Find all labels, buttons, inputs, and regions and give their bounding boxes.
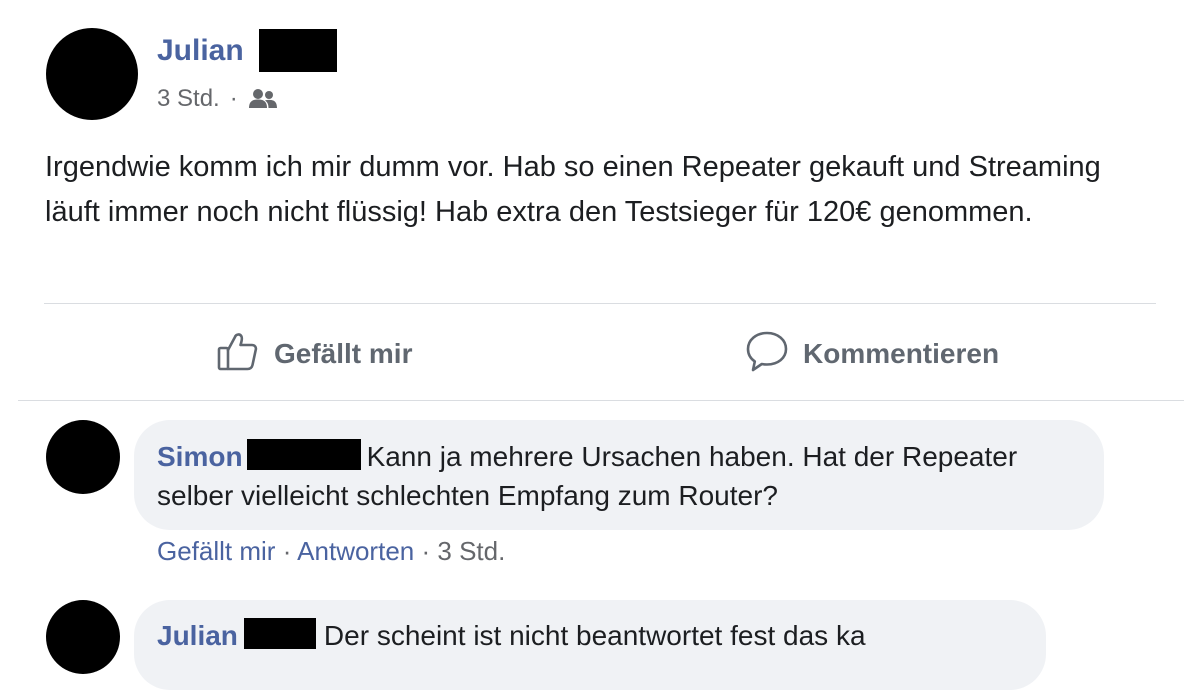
friends-icon[interactable] [248, 87, 278, 111]
comment-bubble-icon [745, 329, 789, 380]
comment-separator: · [421, 536, 431, 566]
comment-author-name[interactable]: Simon [157, 441, 243, 472]
comment-actions: Gefällt mir · Antworten · 3 Std. [157, 536, 505, 567]
post-meta: 3 Std. · [157, 85, 278, 113]
comment-reply-link[interactable]: Antworten [297, 536, 414, 566]
post-author-avatar[interactable] [46, 28, 138, 120]
meta-separator: · [229, 85, 238, 112]
like-button[interactable]: Gefällt mir [216, 330, 412, 378]
comment-like-link[interactable]: Gefällt mir [157, 536, 275, 566]
post-author-name[interactable]: Julian [157, 34, 244, 68]
comment-author-avatar[interactable] [46, 420, 120, 494]
redacted-surname [246, 439, 361, 470]
post-timestamp[interactable]: 3 Std. [157, 85, 220, 113]
comment-author-avatar[interactable] [46, 600, 120, 674]
thumbs-up-icon [216, 329, 260, 380]
comment-text: Der scheint ist nicht beantwortet fest d… [323, 620, 866, 651]
redacted-surname [259, 29, 337, 72]
comment-label: Kommentieren [803, 338, 1000, 369]
comment-author-name[interactable]: Julian [157, 620, 238, 651]
comment-button[interactable]: Kommentieren [745, 330, 999, 378]
post-divider [44, 303, 1156, 304]
like-label: Gefällt mir [274, 338, 413, 369]
comments-divider [18, 400, 1184, 401]
post-body-text: Irgendwie komm ich mir dumm vor. Hab so … [45, 151, 1101, 228]
redacted-surname [243, 618, 316, 649]
comment-timestamp[interactable]: 3 Std. [437, 536, 505, 566]
comment-content: Julian Der scheint ist nicht beantwortet … [157, 616, 1037, 655]
comment-separator: · [282, 536, 292, 566]
comment-content: Simon Kann ja mehrere Ursachen haben. Hat… [157, 437, 1077, 515]
